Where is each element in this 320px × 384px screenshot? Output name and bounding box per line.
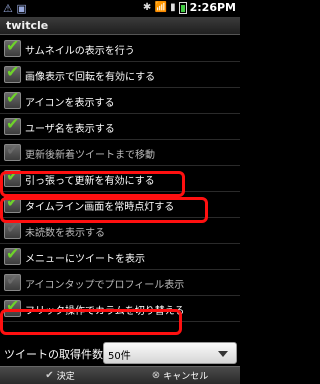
option-thumbnail[interactable]: ✔ サムネイルの表示を行う xyxy=(0,36,240,62)
option-icon-tap-profile[interactable]: ✔ アイコンタップでプロフィール表示 xyxy=(0,270,240,296)
fetch-count-label: ツイートの取得件数 xyxy=(4,348,103,361)
option-scroll-to-new[interactable]: ✔ 更新後新着ツイートまで移動 xyxy=(0,140,240,166)
highlight-flick-switch xyxy=(0,309,182,335)
check-icon: ✔ xyxy=(6,88,20,107)
cancel-label: キャンセル xyxy=(163,372,209,382)
app-title-bar: twitcle xyxy=(0,17,240,35)
option-show-icon[interactable]: ✔ アイコンを表示する xyxy=(0,88,240,114)
option-label: 画像表示で回転を有効にする xyxy=(25,72,156,83)
battery-icon xyxy=(178,1,187,14)
option-label: ユーザ名を表示する xyxy=(25,124,115,135)
check-icon: ✔ xyxy=(6,62,20,81)
signal-icons: ✱ 📶 ▮ xyxy=(142,2,176,13)
option-label: 未読数を表示する xyxy=(25,228,105,239)
checkbox[interactable]: ✔ xyxy=(4,270,21,291)
notification-icons: ⚠ ▣ xyxy=(3,2,27,15)
status-bar: ⚠ ▣ ✱ 📶 ▮ 2:26PM xyxy=(0,0,240,17)
option-image-rotate[interactable]: ✔ 画像表示で回転を有効にする xyxy=(0,62,240,88)
option-label: アイコンタップでプロフィール表示 xyxy=(25,280,185,291)
option-show-username[interactable]: ✔ ユーザ名を表示する xyxy=(0,114,240,140)
fetch-count-select[interactable]: 50件 xyxy=(103,342,237,364)
check-icon: ✔ xyxy=(45,370,54,381)
app-title: twitcle xyxy=(6,19,49,32)
check-icon: ✔ xyxy=(6,36,20,55)
highlight-pull-to-refresh xyxy=(0,171,185,197)
checkbox[interactable]: ✔ xyxy=(4,244,21,265)
bottom-action-bar: ✔ 決定 ⊗ キャンセル xyxy=(0,366,240,384)
fetch-count-value: 50件 xyxy=(108,351,131,362)
option-menu-tweet[interactable]: ✔ メニューにツイートを表示 xyxy=(0,244,240,270)
ok-button[interactable]: ✔ 決定 xyxy=(0,367,120,384)
fetch-count-row: ツイートの取得件数 50件 xyxy=(0,340,240,366)
cancel-icon: ⊗ xyxy=(151,370,161,381)
checkbox[interactable]: ✔ xyxy=(4,114,21,135)
checkbox[interactable]: ✔ xyxy=(4,220,21,239)
checkbox[interactable]: ✔ xyxy=(4,88,21,109)
cancel-button[interactable]: ⊗ キャンセル xyxy=(120,367,240,384)
ok-label: 決定 xyxy=(56,372,75,382)
check-icon: ✔ xyxy=(6,140,20,159)
check-icon: ✔ xyxy=(6,270,20,289)
option-label: サムネイルの表示を行う xyxy=(25,46,135,57)
dropdown-arrow-icon xyxy=(218,351,228,357)
checkbox[interactable]: ✔ xyxy=(4,36,21,57)
option-label: アイコンを表示する xyxy=(25,98,115,109)
check-icon: ✔ xyxy=(6,114,20,133)
status-right: ✱ 📶 ▮ 2:26PM xyxy=(143,1,236,14)
option-label: メニューにツイートを表示 xyxy=(25,254,145,265)
check-icon: ✔ xyxy=(6,244,20,263)
option-label: 更新後新着ツイートまで移動 xyxy=(25,150,155,161)
checkbox[interactable]: ✔ xyxy=(4,62,21,83)
checkbox[interactable]: ✔ xyxy=(4,140,21,161)
clock: 2:26PM xyxy=(189,1,236,14)
highlight-keep-screen-on xyxy=(0,197,208,223)
